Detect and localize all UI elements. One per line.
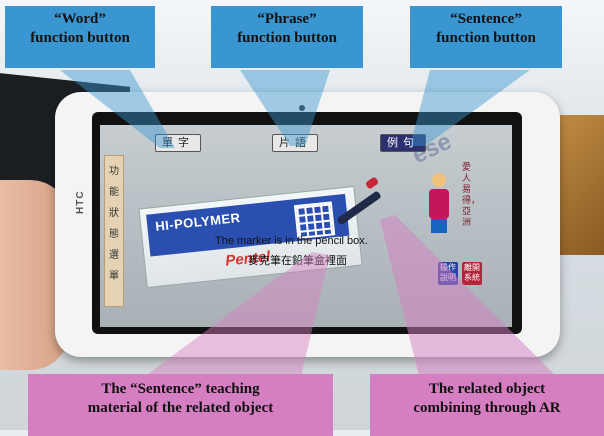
figure: HTC ese 單字 片語 例句 功 能 狀 態 選 單 HI-POLYMER … xyxy=(0,0,604,436)
teaching-beam xyxy=(140,252,330,380)
callout-line: “Phrase” xyxy=(257,11,317,27)
ar-beam xyxy=(380,215,560,380)
callout-line: “Word” xyxy=(54,11,106,27)
callout-line: material of the related object xyxy=(87,400,274,416)
word-beam xyxy=(60,70,175,148)
callout-line: function button xyxy=(436,30,536,46)
word-callout: “Word” function button xyxy=(5,6,155,68)
callout-line: function button xyxy=(237,30,337,46)
phrase-beam xyxy=(240,70,330,146)
callout-line: The “Sentence” teaching xyxy=(101,381,260,397)
teaching-material-callout: The “Sentence” teaching material of the … xyxy=(28,374,333,436)
sentence-callout: “Sentence” function button xyxy=(410,6,562,68)
callout-line: function button xyxy=(30,30,130,46)
phrase-callout: “Phrase” function button xyxy=(211,6,363,68)
ar-object-callout: The related object combining through AR xyxy=(370,374,604,436)
callout-line: The related object xyxy=(428,381,546,397)
sentence-beam xyxy=(410,70,530,146)
callout-line: “Sentence” xyxy=(450,11,522,27)
callout-line: combining through AR xyxy=(413,400,561,416)
